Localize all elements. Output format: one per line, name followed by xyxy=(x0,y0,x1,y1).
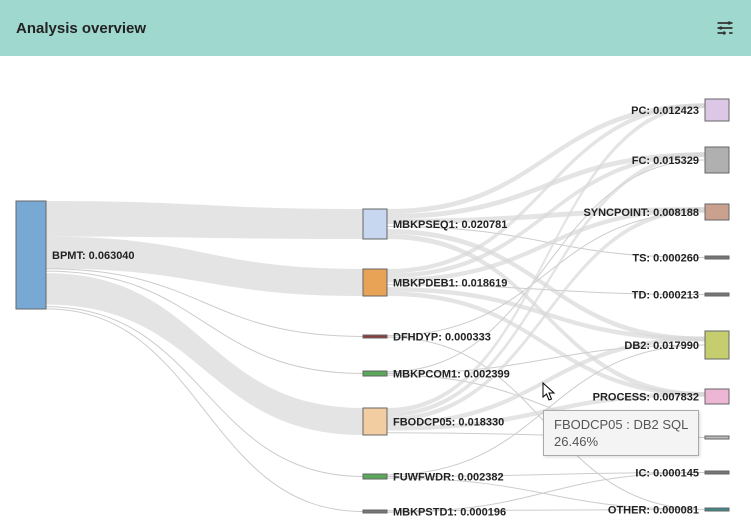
node-other[interactable] xyxy=(705,508,729,511)
node-pc[interactable] xyxy=(705,99,729,121)
tooltip: FBODCP05 : DB2 SQL 26.46% xyxy=(543,410,699,456)
node-label: MBKPDEB1: 0.018619 xyxy=(393,278,507,290)
node-ic[interactable] xyxy=(705,471,729,474)
node-label: DB2: 0.017990 xyxy=(624,340,699,352)
node-label: OTHER: 0.000081 xyxy=(608,505,699,517)
node-label: MBKPSTD1: 0.000196 xyxy=(393,507,506,519)
node-fuwfwdr[interactable] xyxy=(363,474,387,479)
node-mbkpstd1[interactable] xyxy=(363,510,387,513)
node-db2[interactable] xyxy=(705,331,729,359)
node-syncpoint[interactable] xyxy=(705,204,729,220)
node-td[interactable] xyxy=(705,293,729,296)
tune-icon[interactable] xyxy=(715,18,735,38)
node-ts[interactable] xyxy=(705,256,729,259)
node-mbkpdeb1[interactable] xyxy=(363,269,387,296)
flow[interactable] xyxy=(387,103,705,273)
node-label: TD: 0.000213 xyxy=(632,290,699,302)
node-process[interactable] xyxy=(705,389,729,404)
node-label: MBKPCOM1: 0.002399 xyxy=(393,369,510,381)
node-label: FC: 0.015329 xyxy=(632,155,699,167)
node-fc[interactable] xyxy=(705,147,729,173)
node-label: PC: 0.012423 xyxy=(631,105,699,117)
page-title: Analysis overview xyxy=(16,20,146,37)
node-label: FUWFWDR: 0.002382 xyxy=(393,472,504,484)
header: Analysis overview xyxy=(0,0,751,56)
node-dfhdyp[interactable] xyxy=(363,335,387,338)
node-label: IC: 0.000145 xyxy=(635,468,699,480)
node-label: TS: 0.000260 xyxy=(632,253,699,265)
tooltip-line1: FBODCP05 : DB2 SQL xyxy=(554,417,688,432)
node-bpmt[interactable] xyxy=(16,201,46,309)
node-label: DFHDYP: 0.000333 xyxy=(393,332,491,344)
node-sm[interactable] xyxy=(705,436,729,439)
node-mbkpseq1[interactable] xyxy=(363,209,387,239)
node-label: PROCESS: 0.007832 xyxy=(593,392,699,404)
node-label: MBKPSEQ1: 0.020781 xyxy=(393,219,507,231)
node-label: BPMT: 0.063040 xyxy=(52,250,135,262)
node-label: FBODCP05: 0.018330 xyxy=(393,417,504,429)
flow[interactable] xyxy=(46,201,363,239)
tooltip-line2: 26.46% xyxy=(554,434,688,449)
flow[interactable] xyxy=(46,307,363,477)
node-mbkpcom1[interactable] xyxy=(363,371,387,376)
node-fbodcp05[interactable] xyxy=(363,408,387,435)
node-label: SYNCPOINT: 0.008188 xyxy=(583,207,699,219)
